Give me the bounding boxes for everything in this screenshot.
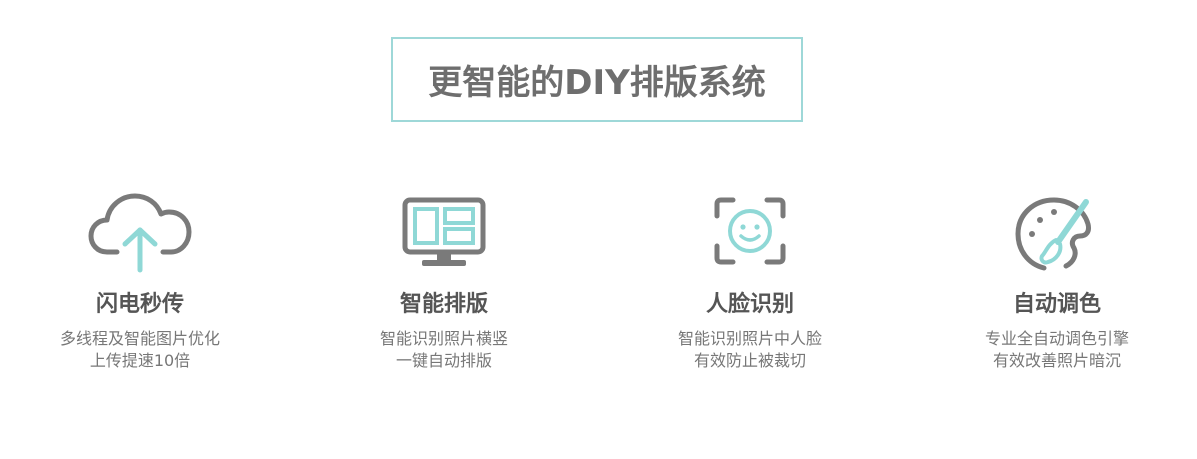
feature-description: 多线程及智能图片优化 上传提速10倍 xyxy=(10,328,270,372)
feature-description-line: 专业全自动调色引擎 xyxy=(984,329,1129,348)
feature-description-line: 有效改善照片暗沉 xyxy=(992,351,1121,370)
feature-title: 人脸识别 xyxy=(705,292,794,317)
feature-item-lightning-upload: 闪电秒传 多线程及智能图片优化 上传提速10倍 xyxy=(10,190,270,372)
feature-description-line: 智能识别照片横竖 xyxy=(379,329,508,348)
feature-description-line: 智能识别照片中人脸 xyxy=(677,329,822,348)
feature-description-line: 有效防止被裁切 xyxy=(693,351,806,370)
feature-description-line: 多线程及智能图片优化 xyxy=(59,329,220,348)
feature-item-smart-layout: 智能排版 智能识别照片横竖 一键自动排版 xyxy=(314,190,574,372)
feature-item-face-recognition: 人脸识别 智能识别照片中人脸 有效防止被裁切 xyxy=(620,190,880,372)
feature-description: 智能识别照片中人脸 有效防止被裁切 xyxy=(620,328,880,372)
feature-title: 自动调色 xyxy=(1012,292,1101,317)
section-title: 更智能的DIY排版系统 xyxy=(428,63,766,103)
feature-title: 闪电秒传 xyxy=(95,292,184,317)
feature-item-auto-color: 自动调色 专业全自动调色引擎 有效改善照片暗沉 xyxy=(927,190,1187,372)
feature-list: 闪电秒传 多线程及智能图片优化 上传提速10倍 智能排版 智能识别照片横竖 一键… xyxy=(0,190,1197,410)
monitor-layout-icon xyxy=(389,190,499,280)
paint-palette-icon xyxy=(1002,190,1112,280)
section-title-box: 更智能的DIY排版系统 xyxy=(391,37,803,122)
feature-title: 智能排版 xyxy=(399,292,488,317)
feature-description: 专业全自动调色引擎 有效改善照片暗沉 xyxy=(927,328,1187,372)
feature-description: 智能识别照片横竖 一键自动排版 xyxy=(314,328,574,372)
cloud-upload-icon xyxy=(85,190,195,280)
face-recognition-icon xyxy=(695,190,805,280)
feature-description-line: 一键自动排版 xyxy=(395,351,492,370)
feature-description-line: 上传提速10倍 xyxy=(89,351,191,370)
